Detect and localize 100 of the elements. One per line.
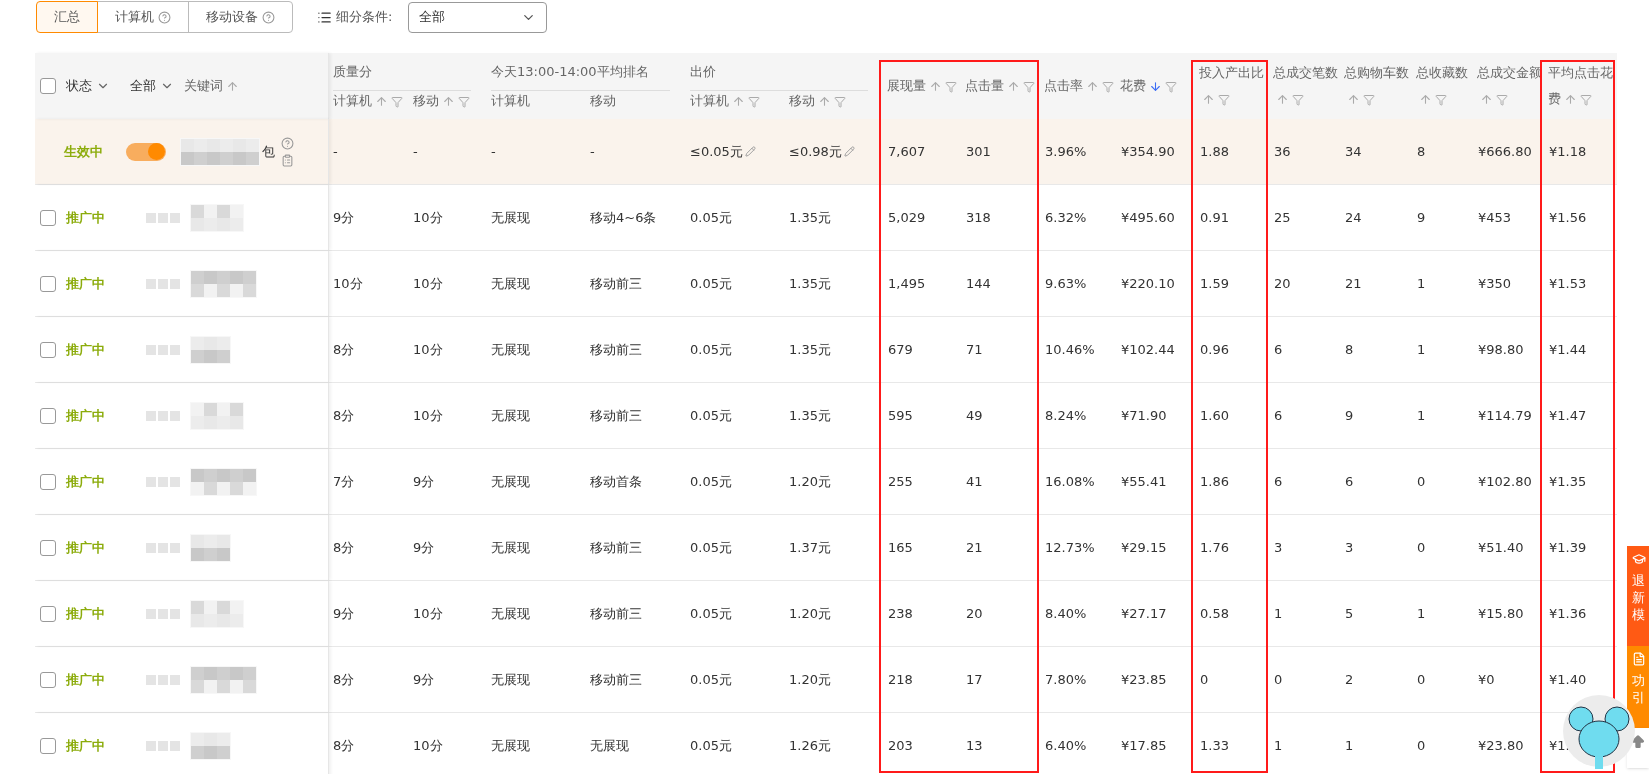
view-tab[interactable]: 计算机 — [97, 1, 189, 33]
table-cell-text: 12.73% — [1045, 538, 1095, 557]
table-cell-text: ¥98.80 — [1478, 340, 1524, 359]
filter-icon[interactable] — [1292, 93, 1304, 106]
help-icon[interactable] — [262, 10, 275, 24]
sort-icon[interactable] — [1276, 93, 1289, 106]
sort-icon[interactable] — [1149, 80, 1162, 93]
table-cell-text: ≤0.98元 — [789, 142, 842, 161]
blurred-keyword — [190, 269, 257, 298]
checkbox[interactable] — [40, 275, 56, 292]
sort-icon[interactable] — [1480, 93, 1493, 106]
document-icon — [1632, 652, 1646, 666]
edit-icon[interactable] — [744, 146, 756, 157]
checkbox[interactable] — [40, 539, 56, 556]
sort-icon[interactable] — [1086, 80, 1099, 93]
help-icon[interactable] — [158, 10, 171, 24]
checkbox[interactable] — [40, 671, 56, 688]
filter-icon[interactable] — [1363, 93, 1375, 106]
table-cell-text: 24 — [1345, 208, 1362, 227]
table-cell-text: 49 — [966, 406, 983, 425]
checkbox[interactable] — [40, 473, 56, 490]
blurred-icons — [146, 674, 180, 685]
column-header: 投入产出比 — [1199, 60, 1267, 112]
sort-icon[interactable] — [818, 95, 831, 108]
scope-filter[interactable]: 全部 — [130, 76, 174, 96]
table-cell-text: 8 — [1417, 142, 1426, 161]
sort-icon[interactable] — [1347, 93, 1360, 106]
table-cell-text: 1.26元 — [789, 736, 831, 755]
sort-icon[interactable] — [929, 80, 942, 93]
table-cell-text: 7.80% — [1045, 670, 1087, 689]
column-header: 计算机 — [333, 91, 403, 111]
column-header: 移动 — [789, 91, 846, 111]
view-tab[interactable]: 汇总 — [36, 1, 98, 33]
checkbox[interactable] — [40, 78, 56, 94]
table-cell-text: 6 — [1345, 472, 1354, 491]
column-header: 计算机 — [690, 91, 760, 111]
checkbox[interactable] — [40, 209, 56, 226]
filter-icon[interactable] — [834, 95, 846, 108]
table-cell-text: 无展现 — [491, 208, 530, 227]
status-text: 推广中 — [66, 538, 106, 557]
checkbox[interactable] — [40, 737, 56, 754]
filter-icon[interactable] — [748, 95, 760, 108]
toggle-switch[interactable] — [126, 142, 166, 161]
sort-icon[interactable] — [375, 95, 388, 108]
table-cell-text: 0.91 — [1200, 208, 1229, 227]
table-cell-text: 0.05元 — [690, 736, 732, 755]
filter-icon[interactable] — [1165, 80, 1177, 93]
sort-icon[interactable] — [1564, 93, 1577, 106]
table-cell-text: 0.05元 — [690, 538, 732, 557]
table-cell-text: 1 — [1274, 736, 1283, 755]
filter-select[interactable]: 全部 — [408, 1, 548, 33]
filter-icon[interactable] — [1023, 80, 1035, 93]
table-cell-text: 318 — [966, 208, 991, 227]
table-cell-text: ¥23.85 — [1121, 670, 1167, 689]
filter-icon[interactable] — [1435, 93, 1447, 106]
table-cell-text: 无展现 — [491, 406, 530, 425]
table-cell-text: ¥1.56 — [1549, 208, 1587, 227]
column-header: 平均点击花费 — [1548, 64, 1614, 108]
checkbox[interactable] — [40, 407, 56, 424]
checkbox[interactable] — [40, 341, 56, 358]
sort-icon[interactable] — [1419, 93, 1432, 106]
side-panel-text: 退 新 模 — [1632, 572, 1646, 623]
table-cell-text: ≤0.05元 — [690, 142, 743, 161]
table-cell-text: 无展现 — [491, 340, 530, 359]
table-cell-text: 7,607 — [888, 142, 926, 161]
table-cell-text: ¥1.18 — [1549, 142, 1587, 161]
table-cell-text: 移动前三 — [590, 406, 642, 425]
filter-icon[interactable] — [1496, 93, 1508, 106]
table-cell-text: 1.86 — [1200, 472, 1229, 491]
table-cell-text: 移动前三 — [590, 274, 642, 293]
status-text: 推广中 — [66, 406, 106, 425]
table-cell-text: 9分 — [333, 604, 355, 623]
table-cell-text: ¥453 — [1478, 208, 1512, 227]
sort-icon[interactable] — [1007, 80, 1020, 93]
clipboard-icon[interactable] — [281, 153, 294, 167]
sort-icon[interactable] — [1202, 93, 1215, 106]
view-tab[interactable]: 移动设备 — [188, 1, 293, 33]
table-cell-text: 8.24% — [1045, 406, 1087, 425]
checkbox[interactable] — [40, 605, 56, 622]
filter-icon[interactable] — [945, 80, 957, 93]
blurred-keyword — [190, 467, 257, 496]
table-cell-text: 1 — [1417, 406, 1426, 425]
sort-icon[interactable] — [226, 79, 239, 93]
status-text: 生效中 — [64, 142, 104, 161]
sort-icon[interactable] — [442, 95, 455, 108]
table-cell-text: 10分 — [413, 604, 443, 623]
up-arrow-icon[interactable] — [1630, 734, 1646, 750]
filter-icon[interactable] — [1580, 93, 1592, 106]
sort-icon[interactable] — [732, 95, 745, 108]
filter-icon[interactable] — [1102, 80, 1114, 93]
table-cell-text: 595 — [888, 406, 913, 425]
status-filter[interactable]: 状态 — [66, 76, 110, 96]
edit-icon[interactable] — [843, 146, 855, 157]
help-icon[interactable] — [281, 136, 294, 150]
table-cell-text: 8分 — [333, 538, 355, 557]
table-cell-text: ¥666.80 — [1478, 142, 1532, 161]
filter-icon[interactable] — [458, 95, 470, 108]
table-cell-text: 8.40% — [1045, 604, 1087, 623]
filter-icon[interactable] — [391, 95, 403, 108]
filter-icon[interactable] — [1218, 93, 1230, 106]
